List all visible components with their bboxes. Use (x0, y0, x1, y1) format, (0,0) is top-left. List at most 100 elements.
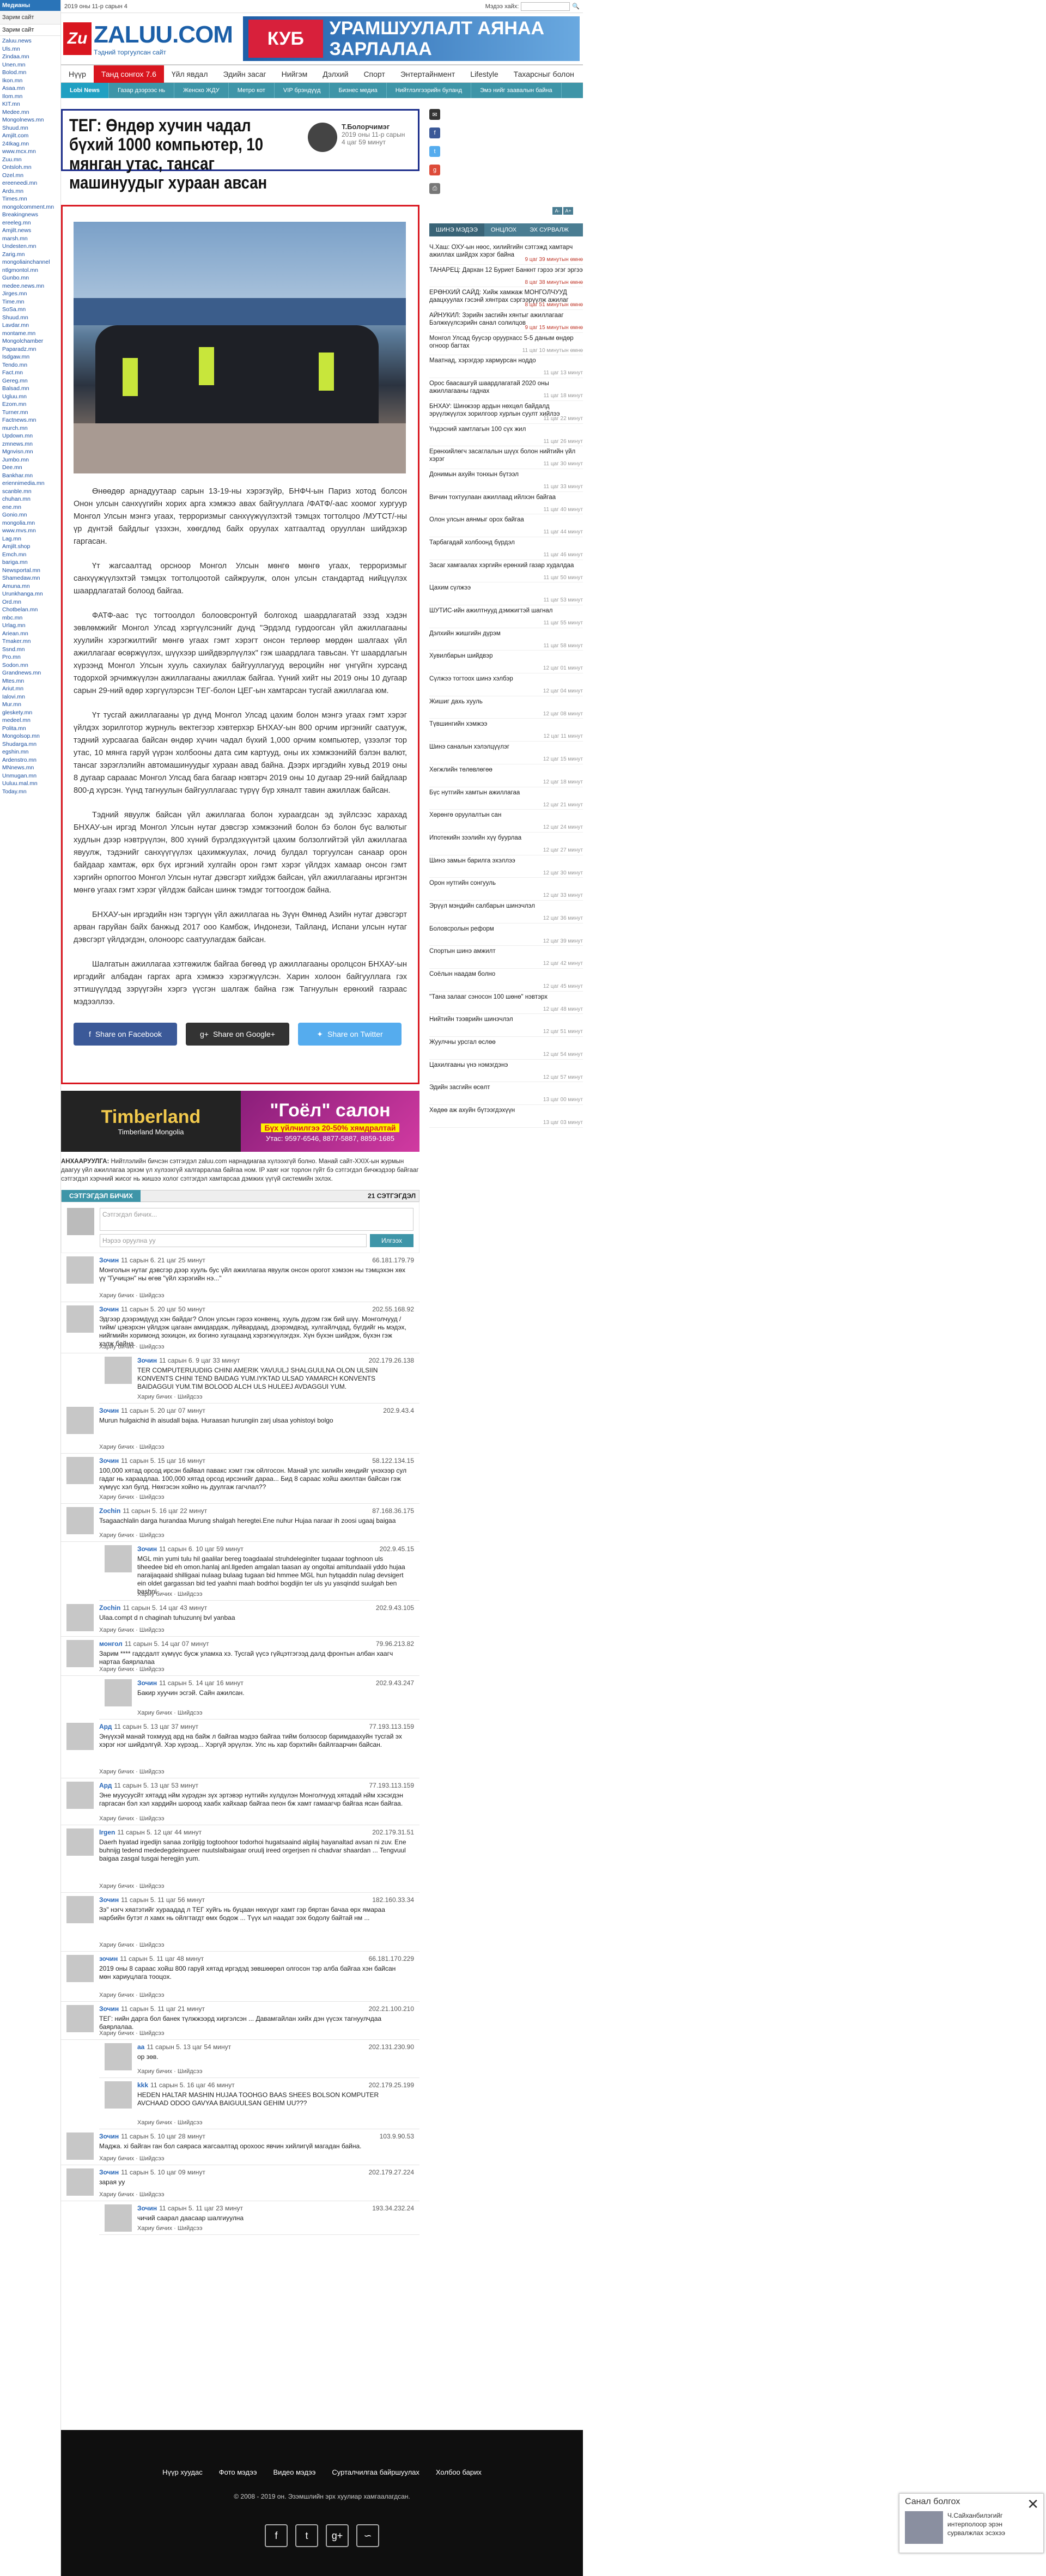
news-item[interactable]: Спортын шинэ амжилт 12 цаг 42 минут (429, 946, 583, 969)
site-link[interactable]: Ontsloh.mn (2, 163, 58, 172)
footer-link[interactable]: Видео мэдээ (273, 2468, 316, 2476)
author-name[interactable]: Т.Болорчимэг (342, 123, 405, 131)
site-link[interactable]: Zindaa.mn (2, 53, 58, 61)
site-link[interactable]: Fact.mn (2, 369, 58, 377)
footer-link[interactable]: Фото мэдээ (219, 2468, 257, 2476)
comment-author[interactable]: Зочин (99, 1305, 119, 1313)
news-item[interactable]: Цахим сүлжээ 11 цаг 53 минут (429, 582, 583, 605)
news-tab[interactable]: ЭХ СУРВАЛЖ (523, 223, 575, 236)
write-comment-tab[interactable]: СЭТГЭГДЭЛ БИЧИХ (62, 1190, 141, 1202)
subnav-item[interactable]: VIP брэндүүд (275, 83, 330, 98)
site-link[interactable]: Amjilt.shop (2, 543, 58, 551)
site-link[interactable]: Jumbo.mn (2, 456, 58, 464)
site-link[interactable]: Lavdar.mn (2, 321, 58, 330)
site-link[interactable]: Pro.mn (2, 653, 58, 661)
site-link[interactable]: Grandnews.mn (2, 669, 58, 677)
site-link[interactable]: Jirges.mn (2, 290, 58, 298)
nav-item[interactable]: Тахарсныг болон (506, 65, 582, 83)
subnav-item[interactable]: Эмэ нийг заавалын байна (471, 83, 562, 98)
footer-link[interactable]: Нүүр хуудас (162, 2468, 203, 2476)
share-google-button[interactable]: g+ Share on Google+ (186, 1023, 289, 1046)
comment-actions[interactable]: Хариу бичих · Шийдсээ (99, 1992, 165, 1998)
share-twitter-button[interactable]: ✦ Share on Twitter (298, 1023, 402, 1046)
site-link[interactable]: egshin.mn (2, 748, 58, 756)
news-item[interactable]: Эдийн засгийн өсөлт 13 цаг 00 минут (429, 1082, 583, 1105)
nav-item[interactable]: Танд сонгох 7.6 (93, 65, 164, 83)
site-link[interactable]: Uuluu.mal.mn (2, 780, 58, 788)
site-link[interactable]: Newsportal.mn (2, 567, 58, 575)
nav-item[interactable]: Үйл явдал (164, 65, 216, 83)
news-item[interactable]: "Тана залааг сэносон 100 шөнө" нэвтэрх 12… (429, 992, 583, 1014)
site-link[interactable]: Undesten.mn (2, 242, 58, 251)
site-link[interactable]: Mur.mn (2, 701, 58, 709)
comment-actions[interactable]: Хариу бичих · Шийдсээ (99, 2191, 165, 2198)
subnav-item[interactable]: Lobi News (61, 83, 110, 98)
subnav-item[interactable]: Нийтлэлгээрийн буланд (387, 83, 472, 98)
site-link[interactable]: Urlag.mn (2, 622, 58, 630)
site-link[interactable]: Time.mn (2, 298, 58, 306)
facebook-icon[interactable]: f (265, 2524, 288, 2547)
subnav-item[interactable]: Бизнес медиа (330, 83, 387, 98)
rss-icon[interactable]: ∽ (356, 2524, 379, 2547)
site-link[interactable]: Ord.mn (2, 598, 58, 606)
header-ad-banner[interactable]: КУБ УРАМШУУЛАЛТ АЯНАА ЗАРЛАЛАА (243, 16, 580, 61)
news-item[interactable]: Үндэсний хамтлагын 100 сүх жил 11 цаг 26 … (429, 424, 583, 447)
subnav-item[interactable]: Метро кот (229, 83, 275, 98)
nav-item[interactable]: Эдийн засаг (216, 65, 274, 83)
popup-thumbnail[interactable] (905, 2511, 943, 2544)
news-item[interactable]: Хөдөө аж ахуйн бүтээгдэхүүн 13 цаг 03 мин… (429, 1105, 583, 1128)
site-link[interactable]: Medee.mn (2, 108, 58, 117)
comment-author[interactable]: Ард (99, 1782, 112, 1789)
site-link[interactable]: Uls.mn (2, 45, 58, 53)
comment-author[interactable]: аа (137, 2043, 144, 2051)
comment-textarea[interactable]: Сэтгэгдэл бичих... (100, 1208, 413, 1231)
comment-actions[interactable]: Хариу бичих · Шийдсээ (99, 1769, 165, 1775)
news-item[interactable]: Олон улсын аянмыг орох байгаа 11 цаг 44 м… (429, 514, 583, 537)
comment-actions[interactable]: Хариу бичих · Шийдсээ (99, 1627, 165, 1633)
site-link[interactable]: MNnews.mn (2, 764, 58, 772)
comment-actions[interactable]: Хариу бичих · Шийдсээ (99, 2155, 165, 2162)
comment-actions[interactable]: Хариу бичих · Шийдсээ (99, 1666, 165, 1673)
comment-author[interactable]: Зочин (99, 1407, 119, 1414)
comment-author[interactable]: Зочин (99, 1256, 119, 1264)
news-item[interactable]: Соёлын наадам болно 12 цаг 45 минут (429, 969, 583, 992)
news-item[interactable]: Дэлхийн жишгийн дүрэм 11 цаг 58 минут (429, 628, 583, 651)
search-icon[interactable]: 🔍 (572, 3, 580, 10)
nav-item[interactable]: Дэлхий (315, 65, 356, 83)
news-item[interactable]: Шинэ саналын хэлэлцүүлэг 12 цаг 15 минут (429, 742, 583, 764)
site-link[interactable]: Asaa.mn (2, 84, 58, 93)
news-item[interactable]: Ч.Хаш: ОХУ-ын нөос, хилийгийн сэтгэжд ха… (429, 242, 583, 265)
comment-author[interactable]: Зочин (137, 1357, 157, 1364)
site-link[interactable]: KIT.mn (2, 100, 58, 108)
comment-icon[interactable]: ✉ (429, 109, 440, 120)
font-decrease-button[interactable]: A- (552, 207, 562, 215)
comment-actions[interactable]: Хариу бичих · Шийдсээ (99, 1532, 165, 1539)
site-link[interactable]: Ozel.mn (2, 172, 58, 180)
site-link[interactable]: Amjilt.com (2, 132, 58, 140)
news-item[interactable]: Ипотекийн зээлийн хүү буурлаа 12 цаг 27 м… (429, 833, 583, 855)
site-link[interactable]: mongoliainchannel (2, 258, 58, 266)
site-link[interactable]: Turner.mn (2, 409, 58, 417)
site-link[interactable]: Gonio.mn (2, 511, 58, 519)
site-link[interactable]: Unen.mn (2, 61, 58, 69)
nav-item[interactable]: Спорт (356, 65, 392, 83)
site-link[interactable]: gleskety.mn (2, 709, 58, 717)
site-link[interactable]: Breakingnews (2, 211, 58, 219)
news-item[interactable]: Эрүүл мэндийн салбарын шинэчлэл 12 цаг 36… (429, 901, 583, 924)
site-link[interactable]: Shudarga.mn (2, 740, 58, 749)
comment-author[interactable]: зочин (99, 1955, 118, 1963)
google-plus-icon[interactable]: g (429, 165, 440, 175)
site-link[interactable]: Updown.mn (2, 432, 58, 440)
comment-author[interactable]: Zochin (99, 1604, 120, 1612)
site-link[interactable]: Bankhar.mn (2, 472, 58, 480)
news-item[interactable]: Засаг хамгаалах хэргийн ерөнхий газар ху… (429, 560, 583, 583)
comment-name-input[interactable]: Нэрээ оруулна уу (100, 1234, 367, 1247)
site-link[interactable]: Ariut.mn (2, 685, 58, 693)
comment-author[interactable]: Зочин (137, 1679, 157, 1687)
comment-actions[interactable]: Хариу бичих · Шийдсээ (137, 1394, 203, 1400)
comment-actions[interactable]: Хариу бичих · Шийдсээ (137, 1710, 203, 1716)
site-link[interactable]: Amuna.mn (2, 582, 58, 591)
site-link[interactable]: Mgnvisn.mn (2, 448, 58, 456)
site-link[interactable]: Tmaker.mn (2, 637, 58, 646)
comment-actions[interactable]: Хариу бичих · Шийдсээ (99, 2030, 165, 2037)
